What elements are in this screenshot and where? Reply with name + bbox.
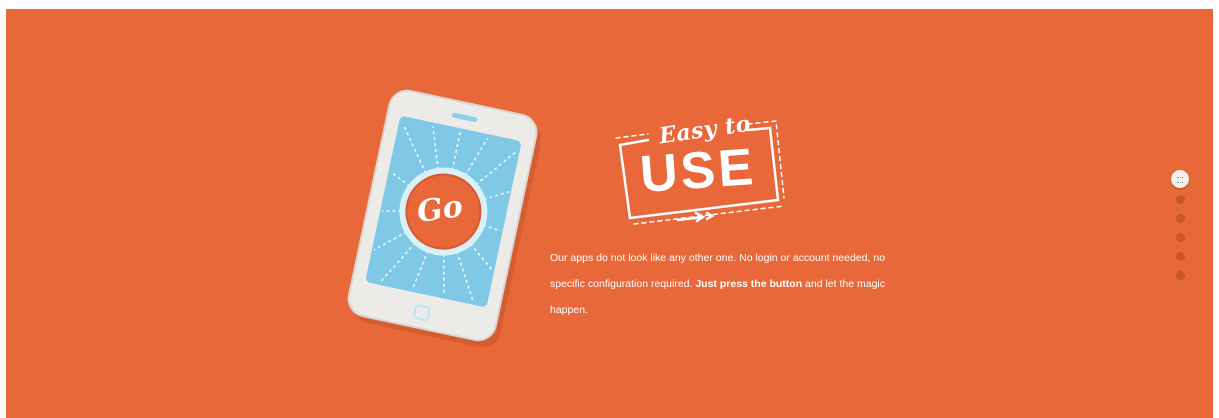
pagination-dot-5[interactable]	[1176, 252, 1185, 261]
badge-main-text: USE	[638, 138, 758, 204]
go-button-label: Go	[414, 189, 465, 231]
feature-description: Our apps do not look like any other one.…	[550, 245, 920, 323]
page: Go Easy to USE Our apps do not look like…	[0, 0, 1219, 418]
slide-pagination	[1170, 170, 1192, 290]
pagination-dot-3[interactable]	[1176, 214, 1185, 223]
pagination-dot-1[interactable]	[1171, 170, 1189, 188]
pagination-dot-6[interactable]	[1176, 271, 1185, 280]
pagination-dot-2[interactable]	[1176, 195, 1185, 204]
description-bold-text: Just press the button	[695, 278, 803, 290]
pagination-dot-4[interactable]	[1176, 233, 1185, 242]
